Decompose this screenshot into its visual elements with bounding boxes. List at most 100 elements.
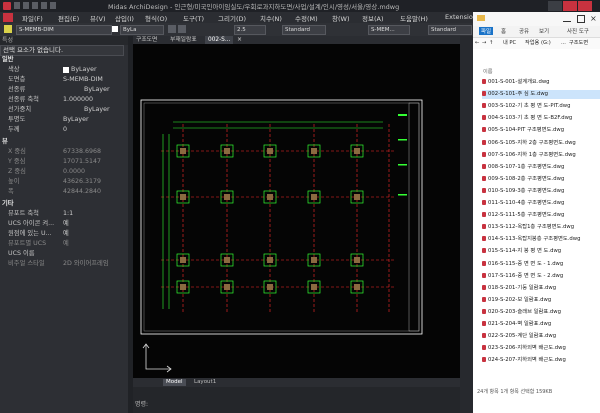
menu-file[interactable]: 파일(F)	[22, 13, 43, 23]
back-arrow-icon[interactable]: ←	[475, 38, 479, 49]
scale-dropdown[interactable]: 2.5	[234, 25, 266, 35]
layer-icon[interactable]	[4, 25, 12, 33]
tab-model[interactable]: Model	[163, 379, 186, 386]
prop-ucs-per-viewport[interactable]: 뷰포트별 UCS 예	[0, 239, 128, 249]
color-swatch-icon[interactable]	[112, 26, 118, 32]
maximize-button[interactable]	[578, 1, 592, 11]
file-list-item[interactable]: 021-S-204-벽 일람표.dwg	[482, 320, 600, 329]
file-list-item[interactable]: 023-S-206-지하외벽 배근도.dwg	[482, 344, 600, 353]
file-list-item[interactable]: 001-S-001-설계개요.dwg	[482, 78, 600, 87]
address-segment-drive[interactable]: 작업용 (G:)	[525, 38, 551, 49]
textstyle-dropdown[interactable]: Standard	[428, 25, 472, 35]
properties-header: 특성	[0, 36, 130, 45]
file-name: 012-S-111-5층 구조평면도.dwg	[488, 212, 565, 219]
menu-format[interactable]: 형식(O)	[145, 13, 167, 23]
layer-dropdown[interactable]: S-MEMB-DIM	[16, 25, 112, 35]
ribbon-tab-picture-tools[interactable]: 사진 도구	[567, 27, 589, 35]
ribbon-tab-home[interactable]: 홈	[501, 27, 506, 35]
tab-close-icon[interactable]: ×	[237, 36, 242, 43]
file-list-item[interactable]: 017-S-116-중 면 면 도 - 2.dwg	[482, 272, 600, 281]
column-section	[224, 194, 230, 200]
ribbon-tab-view[interactable]: 보기	[539, 27, 549, 35]
menu-window[interactable]: 창(W)	[332, 13, 349, 23]
menu-help[interactable]: 도움말(H)	[400, 13, 428, 23]
column-header-name[interactable]: 이름	[473, 68, 600, 77]
file-list-item[interactable]: 022-S-205-계단 일람표.dwg	[482, 332, 600, 341]
app-menu-icon[interactable]	[3, 13, 13, 22]
ribbon-tab-share[interactable]: 공유	[519, 27, 529, 35]
file-list-item[interactable]: 015-S-114-지 붕 평 면 도.dwg	[482, 247, 600, 256]
prop-ucs-name[interactable]: UCS 이름	[0, 249, 128, 259]
tab-layout1[interactable]: Layout1	[191, 379, 219, 386]
title-bar: Midas ArchiDesign - 인근형/미국인아이임실도/우회로과지하도…	[0, 0, 600, 12]
linetype-dropdown[interactable]: ByLa	[120, 25, 164, 35]
dimstyle-dropdown[interactable]: Standard	[282, 25, 326, 35]
prop-layer[interactable]: 도면층 S-MEMB-DIM	[0, 75, 128, 85]
file-list-item[interactable]: 004-S-103-기 초 평 면 도-B2F.dwg	[482, 114, 600, 123]
file-list-item[interactable]: 012-S-111-5층 구조평면도.dwg	[482, 211, 600, 220]
section-view[interactable]: 뷰	[0, 137, 128, 147]
file-list-item[interactable]: 005-S-104-PIT 구조평면도.dwg	[482, 126, 600, 135]
prop-thickness[interactable]: 두께 0	[0, 125, 128, 135]
menu-edit[interactable]: 편집(E)	[58, 13, 79, 23]
prop-lineweight[interactable]: 선가중치 ByLayer	[0, 105, 128, 115]
file-list-item[interactable]: 007-S-106-지하 1층 구조평면도.dwg	[482, 151, 600, 160]
section-misc[interactable]: 기타	[0, 199, 128, 209]
tab-current-drawing[interactable]: 002-S...	[205, 36, 234, 44]
file-list-item[interactable]: 002-S-101-주 심 도.dwg	[482, 90, 600, 100]
file-list-item[interactable]: 014-S-113-옥탑지붕층 구조평면도.dwg	[482, 235, 600, 244]
menu-insert[interactable]: 삽입(I)	[115, 13, 134, 23]
file-list-item[interactable]: 011-S-110-4층 구조평면도.dwg	[482, 199, 600, 208]
up-arrow-icon[interactable]: ↑	[489, 38, 493, 49]
column-section	[267, 194, 273, 200]
prop-ucs-icon-on[interactable]: UCS 아이콘 켜... 예	[0, 219, 128, 229]
explorer-maximize-button[interactable]	[577, 15, 585, 23]
dim-layer-dropdown[interactable]: S-MEM...	[368, 25, 410, 35]
prop-visual-style[interactable]: 비주얼 스타일 2D 와이어프레임	[0, 259, 128, 269]
command-line[interactable]: 명령:	[133, 387, 460, 413]
prop-linetype-scale[interactable]: 선종류 축척 1.000000	[0, 95, 128, 105]
menu-modify[interactable]: 수정(M)	[295, 13, 318, 23]
file-list-item[interactable]: 020-S-203-슬래브 일람표.dwg	[482, 308, 600, 317]
tab-structural-drawing[interactable]: 구조도면	[133, 36, 160, 44]
prop-ucs-at-origin[interactable]: 원점에 있는 U... 예	[0, 229, 128, 239]
file-list-item[interactable]: 016-S-115-중 면 면 도 - 1.dwg	[482, 260, 600, 269]
ribbon-tab-file[interactable]: 파일	[479, 27, 494, 35]
file-list-item[interactable]: 003-S-102-기 초 평 면 도-PIT.dwg	[482, 102, 600, 111]
prop-color[interactable]: 색상 ByLayer	[0, 65, 128, 75]
close-button[interactable]	[563, 1, 577, 11]
menu-tools[interactable]: 도구(T)	[183, 13, 204, 23]
file-list-item[interactable]: 009-S-108-2층 구조평면도.dwg	[482, 175, 600, 184]
file-list-item[interactable]: 006-S-105-지하 2층 구조평면도.dwg	[482, 139, 600, 148]
file-list-item[interactable]: 010-S-109-3층 구조평면도.dwg	[482, 187, 600, 196]
prop-viewport-scale[interactable]: 뷰포트 축척 1:1	[0, 209, 128, 219]
file-list-item[interactable]: 024-S-207-지하외벽 배근도.dwg	[482, 356, 600, 365]
minimize-button[interactable]	[548, 1, 562, 11]
forward-arrow-icon[interactable]: →	[482, 38, 486, 49]
address-segment-folder[interactable]: 구조도면	[569, 38, 588, 49]
file-list-item[interactable]: 013-S-112-옥탑1층 구조평면도.dwg	[482, 223, 600, 232]
prop-linetype[interactable]: 선종류 ByLayer	[0, 85, 128, 95]
text-icon[interactable]	[168, 25, 176, 33]
tab-member-schedule[interactable]: 부재일람표	[167, 36, 200, 44]
prop-center-z: Z 중심 0.0000	[8, 168, 86, 175]
file-list-item[interactable]: 019-S-202-보 일람표.dwg	[482, 296, 600, 305]
prop-transparency[interactable]: 투명도 ByLayer	[0, 115, 128, 125]
explorer-minimize-button[interactable]	[563, 15, 571, 22]
explorer-close-button[interactable]: ×	[590, 14, 597, 23]
menu-dimension[interactable]: 치수(N)	[260, 13, 282, 23]
address-segment-pc[interactable]: 내 PC	[503, 38, 516, 49]
explorer-titlebar: ×	[473, 12, 600, 26]
quick-access-toolbar[interactable]	[14, 2, 102, 10]
menu-draw[interactable]: 그리기(D)	[218, 13, 246, 23]
dim-icon[interactable]	[178, 25, 186, 33]
file-list-item[interactable]: 008-S-107-1층 구조평면도.dwg	[482, 163, 600, 172]
explorer-status-bar: 24개 항목 1개 항목 선택함 159KB	[477, 389, 553, 395]
dwg-file-icon	[482, 296, 486, 302]
address-segment-ellipsis[interactable]: ...	[561, 38, 566, 49]
drawing-canvas[interactable]	[133, 44, 460, 378]
file-list-item[interactable]: 018-S-201-기둥 일람표.dwg	[482, 284, 600, 293]
section-general[interactable]: 일반	[0, 55, 128, 65]
menu-info[interactable]: 정보(A)	[362, 13, 383, 23]
menu-view[interactable]: 뷰(V)	[90, 13, 106, 23]
